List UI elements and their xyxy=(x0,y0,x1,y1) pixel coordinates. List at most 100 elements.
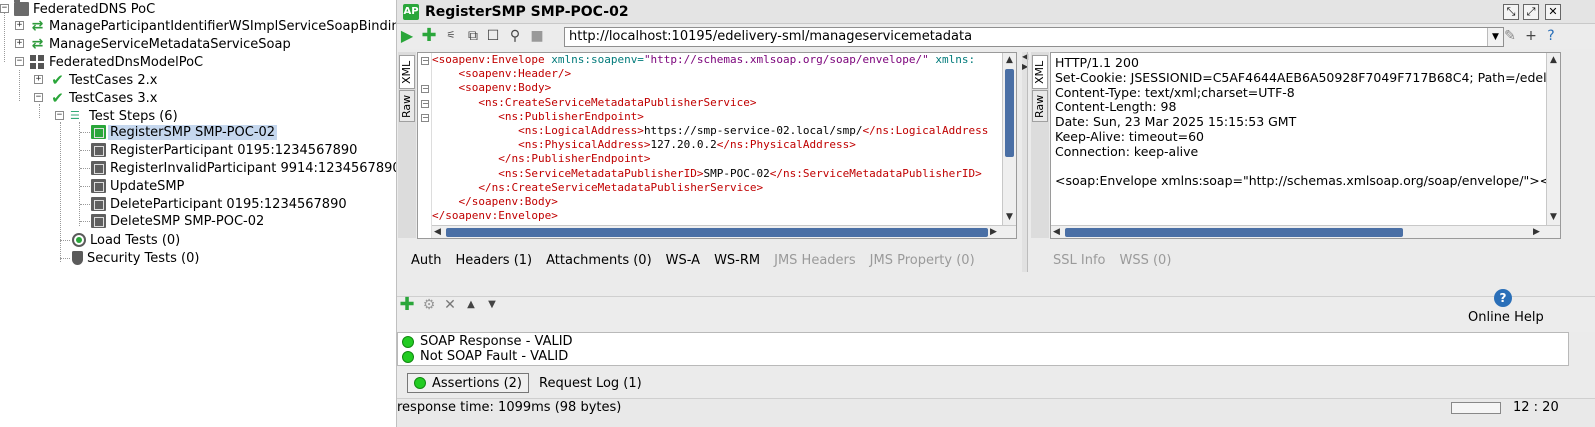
assertion-row[interactable]: SOAP Response - VALID xyxy=(402,334,573,349)
tree-step-delete-smp[interactable]: DeleteSMP SMP-POC-02 xyxy=(91,212,264,230)
endpoint-select[interactable]: http://localhost:10195/edelivery-sml/man… xyxy=(564,27,1504,47)
scroll-left-icon[interactable]: ◀ xyxy=(434,227,441,237)
tab-jms-headers[interactable]: JMS Headers xyxy=(774,253,856,268)
create-empty-icon[interactable]: ⧉ xyxy=(465,28,481,44)
remove-icon[interactable]: ✕ xyxy=(442,297,458,313)
help-icon[interactable]: ? xyxy=(1494,289,1512,307)
tree-step-register-invalid[interactable]: RegisterInvalidParticipant 9914:12345678… xyxy=(91,159,396,177)
tree-testcase-2x[interactable]: ✔ TestCases 2.x xyxy=(50,71,157,89)
project-tree[interactable]: − FederatedDNS PoC + ⇄ ManageParticipant… xyxy=(0,0,396,427)
move-up-icon[interactable]: ▲ xyxy=(463,297,479,313)
xml-token: SMP-POC-02 xyxy=(703,166,770,180)
expand-toggle[interactable]: + xyxy=(34,75,43,84)
response-line: Connection: keep-alive xyxy=(1055,143,1199,159)
tab-response-xml[interactable]: XML xyxy=(1032,55,1048,89)
online-help-link[interactable]: Online Help xyxy=(1468,310,1544,325)
fold-toggle[interactable]: − xyxy=(421,57,429,65)
chevron-down-icon[interactable]: ▼ xyxy=(1487,28,1503,46)
tab-headers[interactable]: Headers (1) xyxy=(455,253,532,268)
request-xml-editor[interactable]: − − − − <soapenv:Envelope xmlns:soapenv=… xyxy=(417,52,1017,239)
progress-indicator xyxy=(1451,402,1501,414)
tree-testcase-3x[interactable]: ✔ TestCases 3.x xyxy=(50,89,157,107)
expand-toggle[interactable]: + xyxy=(15,21,24,30)
scrollbar-thumb[interactable] xyxy=(446,228,988,237)
response-view-tabs: XML Raw xyxy=(1031,52,1049,238)
fold-toggle[interactable]: − xyxy=(421,85,429,93)
assertion-row[interactable]: Not SOAP Fault - VALID xyxy=(402,349,568,364)
scrollbar-thumb[interactable] xyxy=(1005,69,1014,157)
tree-testsuite[interactable]: FederatedDnsModelPoC xyxy=(30,53,203,71)
horizontal-scrollbar[interactable]: ◀ ▶ xyxy=(1051,225,1560,238)
tab-ws-rm[interactable]: WS-RM xyxy=(714,253,760,268)
tree-interface-label: ManageParticipantIdentifierWSImplService… xyxy=(49,18,396,34)
tab-ssl-info[interactable]: SSL Info xyxy=(1053,253,1105,268)
scroll-right-icon[interactable]: ▶ xyxy=(990,227,997,237)
tree-project[interactable]: FederatedDNS PoC xyxy=(14,0,155,18)
horizontal-scrollbar[interactable]: ◀ ▶ xyxy=(432,225,1016,238)
scroll-down-icon[interactable]: ▼ xyxy=(1006,212,1013,222)
scroll-right-icon[interactable]: ▶ xyxy=(1533,227,1540,237)
fold-toggle[interactable]: − xyxy=(421,114,429,122)
edit-endpoint-icon[interactable]: ✎ xyxy=(1502,28,1518,44)
tree-step-delete-participant[interactable]: DeleteParticipant 0195:1234567890 xyxy=(91,195,347,213)
tab-request-xml[interactable]: XML xyxy=(399,55,415,89)
scroll-up-icon[interactable]: ▲ xyxy=(1550,55,1557,65)
status-bar: response time: 1099ms (98 bytes) 12 : 20 xyxy=(397,398,1595,427)
collapse-toggle[interactable]: − xyxy=(55,111,64,120)
tree-interface-metadata[interactable]: ⇄ ManageServiceMetadataServiceSoap xyxy=(30,35,291,53)
submit-request-icon[interactable]: ▶ xyxy=(399,28,415,44)
clone-request-icon[interactable]: ☐ xyxy=(485,28,501,44)
close-icon[interactable]: ✕ xyxy=(1545,4,1561,20)
scrollbar-thumb[interactable] xyxy=(1065,228,1403,237)
help-icon[interactable]: ? xyxy=(1543,28,1559,44)
gear-icon[interactable]: ⚙ xyxy=(421,297,437,313)
collapse-toggle[interactable]: − xyxy=(15,57,24,66)
response-raw-viewer[interactable]: HTTP/1.1 200 Set-Cookie: JSESSIONID=C5AF… xyxy=(1050,52,1561,239)
auth-user-icon[interactable]: ⚲ xyxy=(507,28,523,44)
add-endpoint-icon[interactable]: + xyxy=(1523,28,1539,44)
minimize-icon[interactable]: ⤡ xyxy=(1503,4,1519,20)
tree-interface-participant[interactable]: ⇄ ManageParticipantIdentifierWSImplServi… xyxy=(30,17,396,35)
tab-ws-a[interactable]: WS-A xyxy=(666,253,700,268)
tree-load-tests[interactable]: Load Tests (0) xyxy=(72,231,180,249)
tab-request-raw[interactable]: Raw xyxy=(399,90,415,122)
response-line: Date: Sun, 23 Mar 2025 15:15:53 GMT xyxy=(1055,114,1297,130)
tree-connector xyxy=(80,168,90,169)
bottom-tabs: Assertions (2) Request Log (1) xyxy=(407,372,648,394)
response-line: <soap:Envelope xmlns:soap="http://schema… xyxy=(1055,173,1561,189)
response-line: Set-Cookie: JSESSIONID=C5AF4644AEB6A5092… xyxy=(1055,69,1561,85)
tab-jms-property[interactable]: JMS Property (0) xyxy=(870,253,975,268)
collapse-toggle[interactable]: − xyxy=(0,4,9,13)
scroll-down-icon[interactable]: ▼ xyxy=(1550,212,1557,222)
tree-security-tests[interactable]: Security Tests (0) xyxy=(72,249,199,267)
tree-connector xyxy=(80,150,90,151)
scroll-up-icon[interactable]: ▲ xyxy=(1006,55,1013,65)
tab-assertions[interactable]: Assertions (2) xyxy=(407,373,530,393)
soap-request-icon xyxy=(91,125,106,139)
format-xml-icon[interactable]: ⚟ xyxy=(443,28,459,44)
xml-token: xmlns: xyxy=(928,53,976,66)
tree-step-register-smp[interactable]: RegisterSMP SMP-POC-02 xyxy=(91,123,278,141)
tab-wss[interactable]: WSS (0) xyxy=(1119,253,1171,268)
move-down-icon[interactable]: ▼ xyxy=(484,297,500,313)
expand-toggle[interactable]: + xyxy=(15,39,24,48)
add-assertion-icon[interactable]: ✚ xyxy=(399,296,415,314)
cancel-request-icon[interactable]: ■ xyxy=(529,28,545,44)
tree-step-register-participant[interactable]: RegisterParticipant 0195:1234567890 xyxy=(91,141,357,159)
tab-attachments[interactable]: Attachments (0) xyxy=(546,253,652,268)
collapse-toggle[interactable]: − xyxy=(34,93,43,102)
add-assertion-icon[interactable]: ✚ xyxy=(421,27,437,45)
tree-step-update-smp[interactable]: UpdateSMP xyxy=(91,177,184,195)
tab-auth[interactable]: Auth xyxy=(411,253,441,268)
vertical-scrollbar[interactable]: ▲ ▼ xyxy=(1546,53,1560,225)
assertion-list: SOAP Response - VALID Not SOAP Fault - V… xyxy=(397,332,1569,366)
scroll-left-icon[interactable]: ◀ xyxy=(1053,227,1060,237)
detach-icon[interactable]: ⤢ xyxy=(1523,4,1539,20)
tab-response-raw[interactable]: Raw xyxy=(1032,90,1048,122)
assertion-label: Not SOAP Fault - VALID xyxy=(420,349,569,364)
tree-connector xyxy=(60,240,70,241)
tab-request-log[interactable]: Request Log (1) xyxy=(533,373,648,393)
fold-toggle[interactable]: − xyxy=(421,100,429,108)
vertical-scrollbar[interactable]: ▲ ▼ xyxy=(1002,53,1016,225)
interface-icon: ⇄ xyxy=(31,18,44,34)
